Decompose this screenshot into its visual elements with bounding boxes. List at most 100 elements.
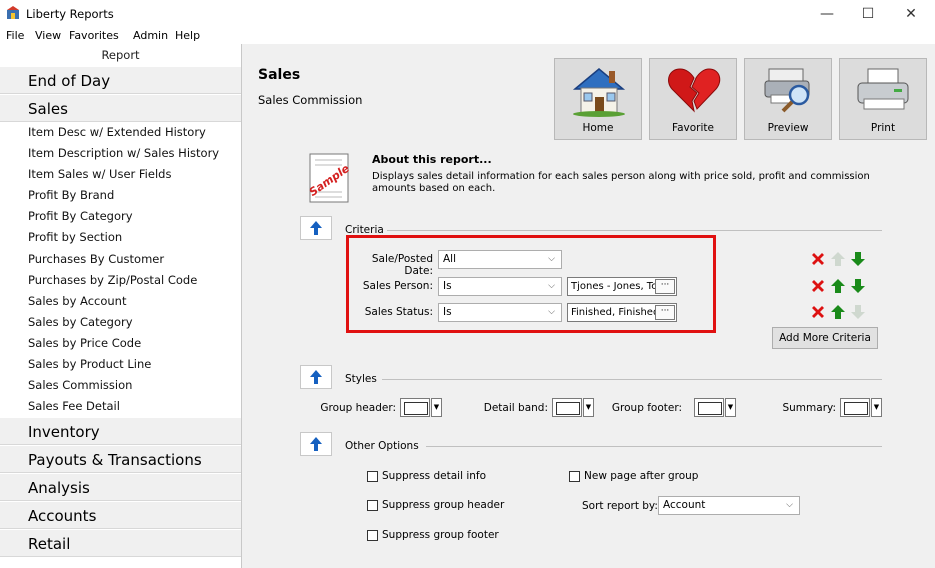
criteria-divider [387,230,882,231]
printer-icon [857,68,909,110]
detail-band-color-picker[interactable]: ▼ [552,398,594,417]
sidebar-category-sales[interactable]: Sales [0,94,241,122]
new-page-after-group-checkbox[interactable] [569,471,580,482]
menu-favorites[interactable]: Favorites [69,29,119,42]
options-section-label: Other Options [345,440,419,452]
sidebar-item-item-desc-extended-history[interactable]: Item Desc w/ Extended History [0,122,241,144]
sidebar-category-inventory[interactable]: Inventory [0,417,241,446]
menu-admin[interactable]: Admin [133,29,168,42]
move-up-icon[interactable] [830,278,846,294]
sidebar-item-sales-by-price-code[interactable]: Sales by Price Code [0,332,241,355]
report-subtitle: Sales Commission [258,93,363,107]
suppress-detail-label: Suppress detail info [382,470,487,482]
sidebar-category-analysis[interactable]: Analysis [0,473,241,502]
dropdown-arrow-icon: ▼ [431,398,442,417]
sidebar-item-sales-by-product-line[interactable]: Sales by Product Line [0,354,241,376]
menu-view[interactable]: View [35,29,61,42]
criteria-collapse-button[interactable] [300,216,332,240]
app-icon [7,6,19,19]
sidebar-item-sales-by-category[interactable]: Sales by Category [0,311,241,333]
sort-report-label: Sort report by: [582,500,658,512]
minimize-button[interactable]: — [812,2,842,26]
window-title: Liberty Reports [26,7,114,21]
house-icon [572,68,626,117]
delete-criteria-icon[interactable] [810,304,826,320]
about-description: Displays sales detail information for ea… [372,171,870,194]
color-swatch [840,398,870,417]
summary-color-picker[interactable]: ▼ [840,398,882,417]
detail-band-label: Detail band: [483,402,548,414]
dropdown-arrow-icon: ▼ [725,398,736,417]
sidebar-header: Report [0,44,241,66]
preview-label: Preview [767,122,809,134]
arrow-up-icon [310,370,322,384]
group-header-label: Group header: [320,402,396,414]
move-down-icon[interactable] [850,251,866,267]
sidebar-item-item-description-sales-history[interactable]: Item Description w/ Sales History [0,143,241,165]
styles-collapse-button[interactable] [300,365,332,389]
preview-icon [764,68,810,113]
group-footer-label: Group footer: [611,402,682,414]
chevron-down-icon: ⌵ [786,500,793,510]
close-button[interactable]: ✕ [896,2,926,26]
sidebar-item-profit-by-brand[interactable]: Profit By Brand [0,185,241,207]
color-swatch [552,398,582,417]
sidebar-category-payouts-transactions[interactable]: Payouts & Transactions [0,445,241,474]
suppress-detail-checkbox[interactable] [367,471,378,482]
styles-section-label: Styles [345,373,377,385]
print-button[interactable]: Print [839,58,927,140]
suppress-group-header-checkbox[interactable] [367,500,378,511]
dropdown-arrow-icon: ▼ [871,398,882,417]
delete-criteria-icon[interactable] [810,251,826,267]
sidebar-category-end-of-day[interactable]: End of Day [0,66,241,94]
favorite-button[interactable]: Favorite [649,58,737,140]
sidebar-item-purchases-by-zip[interactable]: Purchases by Zip/Postal Code [0,269,241,291]
move-down-icon[interactable] [850,278,866,294]
group-header-color-picker[interactable]: ▼ [400,398,442,417]
options-collapse-button[interactable] [300,432,332,456]
print-label: Print [870,122,896,134]
suppress-group-footer-checkbox[interactable] [367,530,378,541]
home-button[interactable]: Home [554,58,642,140]
sidebar-item-purchases-by-customer[interactable]: Purchases By Customer [0,248,241,270]
menu-file[interactable]: File [6,29,24,42]
report-title: Sales [258,67,301,83]
title-bar: Liberty Reports — ☐ ✕ [0,0,935,28]
arrow-up-icon [310,221,322,235]
suppress-group-footer-label: Suppress group footer [382,529,499,541]
styles-divider [382,379,882,380]
new-page-after-group-label: New page after group [584,470,699,482]
delete-criteria-icon[interactable] [810,278,826,294]
sidebar-category-accounts[interactable]: Accounts [0,501,241,530]
maximize-button[interactable]: ☐ [853,2,883,26]
summary-label: Summary: [782,402,836,414]
color-swatch [400,398,430,417]
broken-heart-icon [668,68,721,113]
sidebar-item-profit-by-category[interactable]: Profit By Category [0,206,241,228]
about-title: About this report... [372,153,492,166]
sidebar-item-item-sales-user-fields[interactable]: Item Sales w/ User Fields [0,164,241,186]
sidebar-item-sales-by-account[interactable]: Sales by Account [0,290,241,312]
move-up-icon[interactable] [830,304,846,320]
group-footer-color-picker[interactable]: ▼ [694,398,736,417]
favorite-label: Favorite [672,122,714,134]
sort-report-select[interactable]: Account ⌵ [658,496,800,515]
arrow-up-icon [310,437,322,451]
menu-bar: File View Favorites Admin Help [0,28,935,44]
criteria-highlight-box [346,235,716,333]
options-divider [426,446,882,447]
sidebar-item-sales-commission[interactable]: Sales Commission [0,375,241,397]
report-sidebar: Report End of Day Sales Item Desc w/ Ext… [0,44,242,568]
sidebar-item-profit-by-section[interactable]: Profit by Section [0,227,241,249]
suppress-group-header-label: Suppress group header [382,499,505,511]
add-more-criteria-button[interactable]: Add More Criteria [772,327,878,349]
sidebar-item-sales-fee-detail[interactable]: Sales Fee Detail [0,396,241,418]
move-down-disabled-icon [851,305,865,319]
menu-help[interactable]: Help [175,29,200,42]
color-swatch [694,398,724,417]
move-up-disabled-icon [831,252,845,266]
sidebar-category-retail[interactable]: Retail [0,529,241,558]
sort-report-value: Account [663,499,706,511]
preview-button[interactable]: Preview [744,58,832,140]
home-label: Home [582,122,614,134]
